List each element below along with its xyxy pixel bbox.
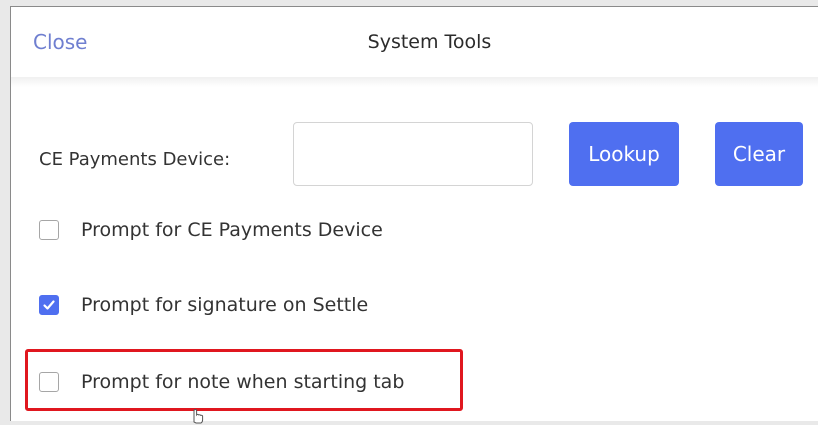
system-tools-dialog: Close System Tools CE Payments Device: L… [10,6,818,424]
dialog-header: Close System Tools [11,7,818,78]
dialog-title: System Tools [367,31,492,53]
lookup-button[interactable]: Lookup [569,122,679,186]
check-icon [43,300,55,310]
device-label: CE Payments Device: [39,149,231,170]
option-prompt-signature[interactable]: Prompt for signature on Settle [39,294,368,316]
option-label: Prompt for CE Payments Device [81,219,383,241]
device-input[interactable] [293,122,533,186]
hand-pointer-icon [193,408,204,424]
option-label: Prompt for note when starting tab [81,371,405,393]
checkbox-prompt-signature[interactable] [39,295,59,315]
checkbox-prompt-device[interactable] [39,220,59,240]
checkbox-prompt-note[interactable] [39,372,59,392]
option-prompt-note[interactable]: Prompt for note when starting tab [39,371,404,393]
clear-button[interactable]: Clear [715,122,803,186]
header-divider [11,77,818,87]
option-label: Prompt for signature on Settle [81,294,369,316]
option-prompt-device[interactable]: Prompt for CE Payments Device [39,219,383,241]
